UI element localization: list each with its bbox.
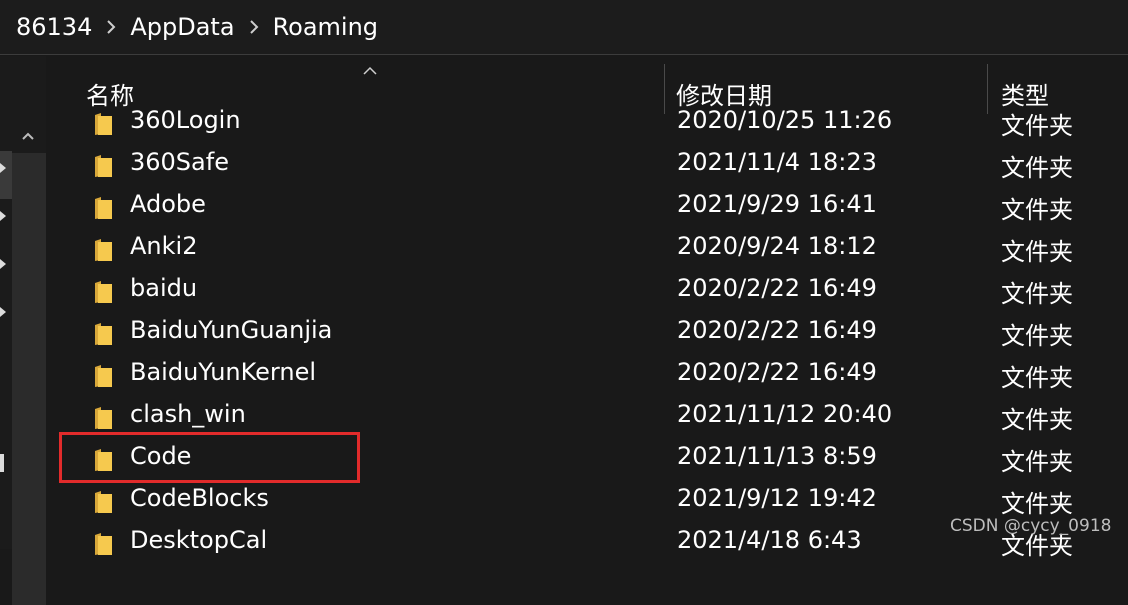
file-name: baidu — [130, 274, 198, 302]
breadcrumb-item-roaming[interactable]: Roaming — [273, 13, 378, 41]
file-type: 文件夹 — [1001, 112, 1073, 140]
address-breadcrumb: 86134 AppData Roaming — [0, 0, 1128, 55]
file-modified-date: 2021/9/29 16:41 — [677, 190, 877, 218]
file-name: clash_win — [130, 400, 246, 428]
file-row[interactable]: 360Login 2020/10/25 11:26 文件夹 — [46, 102, 1128, 144]
folder-icon — [92, 154, 114, 178]
folder-icon — [92, 280, 114, 304]
folder-icon — [92, 238, 114, 262]
file-type: 文件夹 — [1001, 154, 1073, 182]
file-row[interactable]: BaiduYunGuanjia 2020/2/22 16:49 文件夹 — [46, 312, 1128, 354]
folder-icon — [92, 490, 114, 514]
expand-caret-icon[interactable] — [0, 254, 6, 269]
file-row[interactable]: baidu 2020/2/22 16:49 文件夹 — [46, 270, 1128, 312]
breadcrumb-item-86134[interactable]: 86134 — [16, 13, 92, 41]
folder-icon — [92, 322, 114, 346]
file-name: BaiduYunKernel — [130, 358, 317, 386]
expand-caret-icon[interactable] — [0, 158, 6, 173]
folder-icon — [92, 532, 114, 556]
file-name: 360Safe — [130, 148, 229, 176]
file-row[interactable]: Adobe 2021/9/29 16:41 文件夹 — [46, 186, 1128, 228]
scrollbar-track[interactable] — [12, 153, 46, 605]
file-modified-date: 2021/4/18 6:43 — [677, 526, 862, 554]
file-name: 360Login — [130, 106, 241, 134]
file-row[interactable]: 360Safe 2021/11/4 18:23 文件夹 — [46, 144, 1128, 186]
file-type: 文件夹 — [1001, 448, 1073, 476]
file-modified-date: 2020/9/24 18:12 — [677, 232, 877, 260]
folder-icon — [92, 196, 114, 220]
breadcrumb-item-appdata[interactable]: AppData — [130, 13, 234, 41]
file-name: Adobe — [130, 190, 206, 218]
folder-icon — [92, 364, 114, 388]
chevron-right-icon[interactable] — [100, 16, 122, 38]
file-name: Anki2 — [130, 232, 198, 260]
file-modified-date: 2020/2/22 16:49 — [677, 274, 877, 302]
file-modified-date: 2021/9/12 19:42 — [677, 484, 877, 512]
file-type: 文件夹 — [1001, 322, 1073, 350]
highlight-box — [59, 432, 360, 483]
chevron-right-icon[interactable] — [243, 16, 265, 38]
nav-item-glyph — [0, 454, 4, 472]
scroll-up-icon[interactable] — [18, 126, 38, 146]
expand-caret-icon[interactable] — [0, 206, 6, 221]
file-modified-date: 2021/11/4 18:23 — [677, 148, 877, 176]
watermark: CSDN @cycy_0918 — [950, 516, 1112, 536]
file-row[interactable]: BaiduYunKernel 2020/2/22 16:49 文件夹 — [46, 354, 1128, 396]
file-type: 文件夹 — [1001, 364, 1073, 392]
file-modified-date: 2020/2/22 16:49 — [677, 358, 877, 386]
file-modified-date: 2020/2/22 16:49 — [677, 316, 877, 344]
file-modified-date: 2020/10/25 11:26 — [677, 106, 893, 134]
expand-caret-icon[interactable] — [0, 302, 6, 317]
folder-icon — [92, 406, 114, 430]
file-name: DesktopCal — [130, 526, 268, 554]
file-modified-date: 2021/11/12 20:40 — [677, 400, 893, 428]
navigation-pane — [0, 56, 46, 605]
file-type: 文件夹 — [1001, 490, 1073, 518]
folder-icon — [92, 112, 114, 136]
file-name: BaiduYunGuanjia — [130, 316, 333, 344]
file-modified-date: 2021/11/13 8:59 — [677, 442, 877, 470]
file-name: CodeBlocks — [130, 484, 269, 512]
file-type: 文件夹 — [1001, 280, 1073, 308]
file-type: 文件夹 — [1001, 196, 1073, 224]
file-type: 文件夹 — [1001, 406, 1073, 434]
file-type: 文件夹 — [1001, 238, 1073, 266]
file-row[interactable]: Anki2 2020/9/24 18:12 文件夹 — [46, 228, 1128, 270]
